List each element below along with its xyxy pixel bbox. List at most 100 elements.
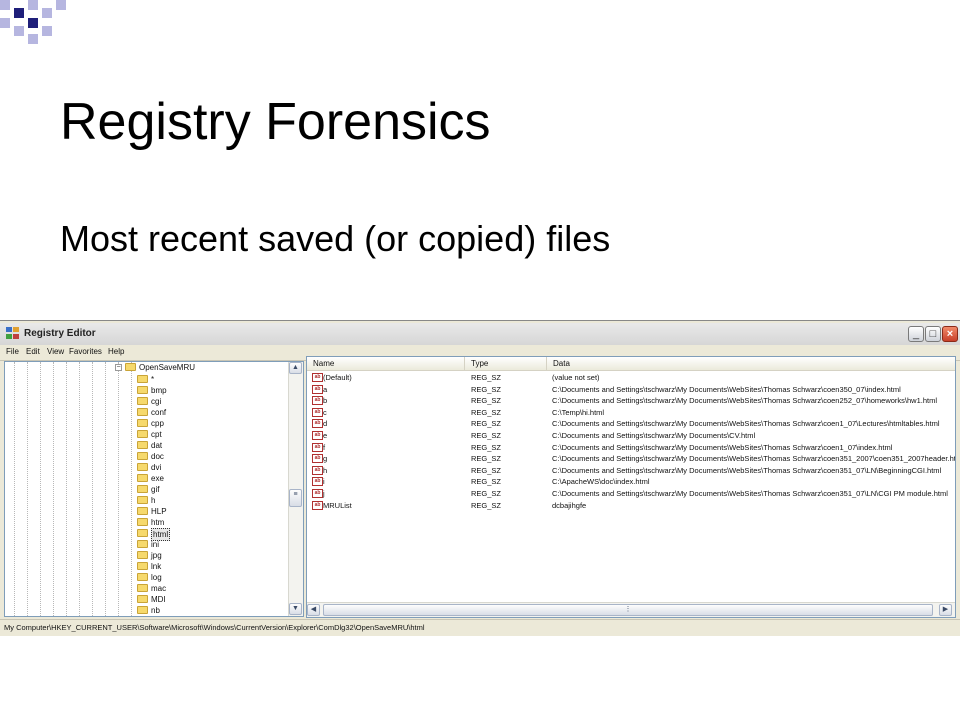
tree-scrollbar[interactable]: ▲ ≡ ▼ bbox=[288, 362, 303, 616]
values-list[interactable]: Name Type Data ab (Default) REG_SZ (value n… bbox=[306, 356, 956, 618]
list-row[interactable]: ab b REG_SZ C:\Documents and Settings\tschw… bbox=[307, 395, 955, 407]
folder-icon bbox=[137, 485, 148, 493]
registry-tree[interactable]: − OpenSaveMRU * bmp cgi conf cpp cpt dat doc dvi ex… bbox=[4, 361, 304, 617]
list-row[interactable]: ab a REG_SZ C:\Documents and Settings\tschw… bbox=[307, 384, 955, 396]
folder-icon bbox=[137, 375, 148, 383]
reg-string-icon: ab bbox=[312, 465, 323, 475]
value-data: C:\Documents and Settings\tschwarz\My Do… bbox=[552, 442, 893, 452]
value-data: C:\Documents and Settings\tschwarz\My Do… bbox=[552, 489, 948, 498]
menu-edit[interactable]: Edit bbox=[26, 347, 40, 356]
scroll-down-arrow-icon[interactable]: ▼ bbox=[289, 603, 302, 615]
list-row[interactable]: ab c REG_SZ C:\Temp\hi.html bbox=[307, 407, 955, 419]
scroll-thumb[interactable]: ≡ bbox=[289, 489, 302, 507]
folder-icon bbox=[137, 551, 148, 559]
reg-string-icon: ab bbox=[312, 431, 323, 440]
folder-icon bbox=[137, 518, 148, 526]
value-data: C:\Temp\hi.html bbox=[552, 407, 605, 417]
list-row[interactable]: ab d REG_SZ C:\Documents and Settings\tschw… bbox=[307, 418, 955, 430]
reg-string-icon: ab bbox=[312, 384, 323, 394]
value-data: dcbajihgfe bbox=[552, 500, 587, 510]
value-name: i bbox=[323, 477, 325, 487]
scroll-left-arrow-icon[interactable]: ◀ bbox=[307, 604, 320, 616]
list-row[interactable]: ab h REG_SZ C:\Documents and Settings\tschw… bbox=[307, 465, 955, 477]
menu-view[interactable]: View bbox=[47, 347, 64, 356]
column-header-type[interactable]: Type bbox=[465, 357, 547, 371]
list-row[interactable]: ab MRUList REG_SZ dcbajihgfe bbox=[307, 500, 955, 512]
folder-icon bbox=[137, 573, 148, 581]
menu-help[interactable]: Help bbox=[108, 347, 124, 356]
value-name: g bbox=[323, 454, 328, 464]
value-name: a bbox=[323, 384, 328, 394]
folder-icon bbox=[137, 441, 148, 449]
value-name: j bbox=[323, 489, 325, 498]
value-name: MRUList bbox=[323, 500, 352, 510]
maximize-icon: □ bbox=[929, 328, 937, 340]
value-type: REG_SZ bbox=[471, 454, 502, 464]
value-type: REG_SZ bbox=[471, 384, 502, 394]
value-type: REG_SZ bbox=[471, 477, 502, 487]
value-type: REG_SZ bbox=[471, 407, 502, 417]
value-data: C:\ApacheWS\doc\index.html bbox=[552, 477, 650, 487]
minimize-icon: _ bbox=[912, 328, 920, 340]
value-data: C:\Documents and Settings\tschwarz\My Do… bbox=[552, 396, 938, 406]
registry-editor-icon bbox=[6, 327, 19, 339]
value-name: e bbox=[323, 431, 328, 440]
value-data: C:\Documents and Settings\tschwarz\My Do… bbox=[552, 431, 756, 440]
list-row[interactable]: ab g REG_SZ C:\Documents and Settings\tschw… bbox=[307, 453, 955, 465]
folder-icon bbox=[137, 397, 148, 405]
close-button[interactable]: × bbox=[942, 326, 958, 342]
collapse-icon[interactable]: − bbox=[115, 364, 122, 371]
reg-string-icon: ab bbox=[312, 419, 323, 429]
folder-icon bbox=[137, 540, 148, 548]
folder-icon bbox=[137, 529, 148, 537]
value-name: f bbox=[323, 442, 326, 452]
reg-string-icon: ab bbox=[312, 442, 323, 452]
list-row[interactable]: ab i REG_SZ C:\ApacheWS\doc\index.html bbox=[307, 476, 955, 488]
folder-icon bbox=[137, 430, 148, 438]
reg-string-icon: ab bbox=[312, 500, 323, 510]
folder-icon bbox=[137, 463, 148, 471]
value-type: REG_SZ bbox=[471, 465, 502, 475]
menu-favorites[interactable]: Favorites bbox=[69, 347, 102, 356]
horizontal-scroll-thumb[interactable]: ⋮ bbox=[323, 604, 933, 616]
slide-title: Registry Forensics bbox=[60, 93, 491, 151]
maximize-button[interactable]: □ bbox=[925, 326, 941, 342]
scroll-up-arrow-icon[interactable]: ▲ bbox=[289, 362, 302, 374]
value-type: REG_SZ bbox=[471, 442, 502, 452]
folder-icon bbox=[137, 452, 148, 460]
value-type: REG_SZ bbox=[471, 396, 502, 406]
minimize-button[interactable]: _ bbox=[908, 326, 924, 342]
value-name: (Default) bbox=[323, 373, 352, 382]
value-data: C:\Documents and Settings\tschwarz\My Do… bbox=[552, 419, 940, 429]
folder-icon bbox=[125, 363, 136, 371]
folder-icon bbox=[137, 584, 148, 592]
folder-icon bbox=[137, 507, 148, 515]
value-name: h bbox=[323, 465, 328, 475]
reg-string-icon: ab bbox=[312, 477, 323, 487]
tree-guides bbox=[5, 362, 132, 616]
column-header-data[interactable]: Data bbox=[547, 357, 955, 371]
list-row[interactable]: ab f REG_SZ C:\Documents and Settings\tschw… bbox=[307, 442, 955, 454]
list-horizontal-scrollbar[interactable]: ◀ ⋮ ▶ bbox=[307, 602, 955, 617]
folder-icon bbox=[137, 496, 148, 504]
scroll-right-arrow-icon[interactable]: ▶ bbox=[939, 604, 952, 616]
list-row[interactable]: ab (Default) REG_SZ (value not set) bbox=[307, 372, 955, 384]
list-row[interactable]: ab e REG_SZ C:\Documents and Settings\tschw… bbox=[307, 430, 955, 442]
value-name: c bbox=[323, 407, 327, 417]
folder-icon bbox=[137, 408, 148, 416]
list-row[interactable]: ab j REG_SZ C:\Documents and Settings\tschw… bbox=[307, 488, 955, 500]
status-path: My Computer\HKEY_CURRENT_USER\Software\M… bbox=[4, 623, 425, 632]
folder-icon bbox=[137, 474, 148, 482]
folder-icon bbox=[137, 562, 148, 570]
folder-icon bbox=[137, 386, 148, 394]
reg-string-icon: ab bbox=[312, 373, 323, 382]
column-header-name[interactable]: Name bbox=[307, 357, 465, 371]
slide-decoration bbox=[0, 0, 80, 60]
value-name: b bbox=[323, 396, 328, 406]
title-bar[interactable]: Registry Editor _ □ × bbox=[0, 323, 960, 345]
value-type: REG_SZ bbox=[471, 500, 502, 510]
reg-string-icon: ab bbox=[312, 489, 323, 498]
window-title: Registry Editor bbox=[24, 328, 96, 339]
menu-file[interactable]: File bbox=[6, 347, 19, 356]
reg-string-icon: ab bbox=[312, 454, 323, 464]
